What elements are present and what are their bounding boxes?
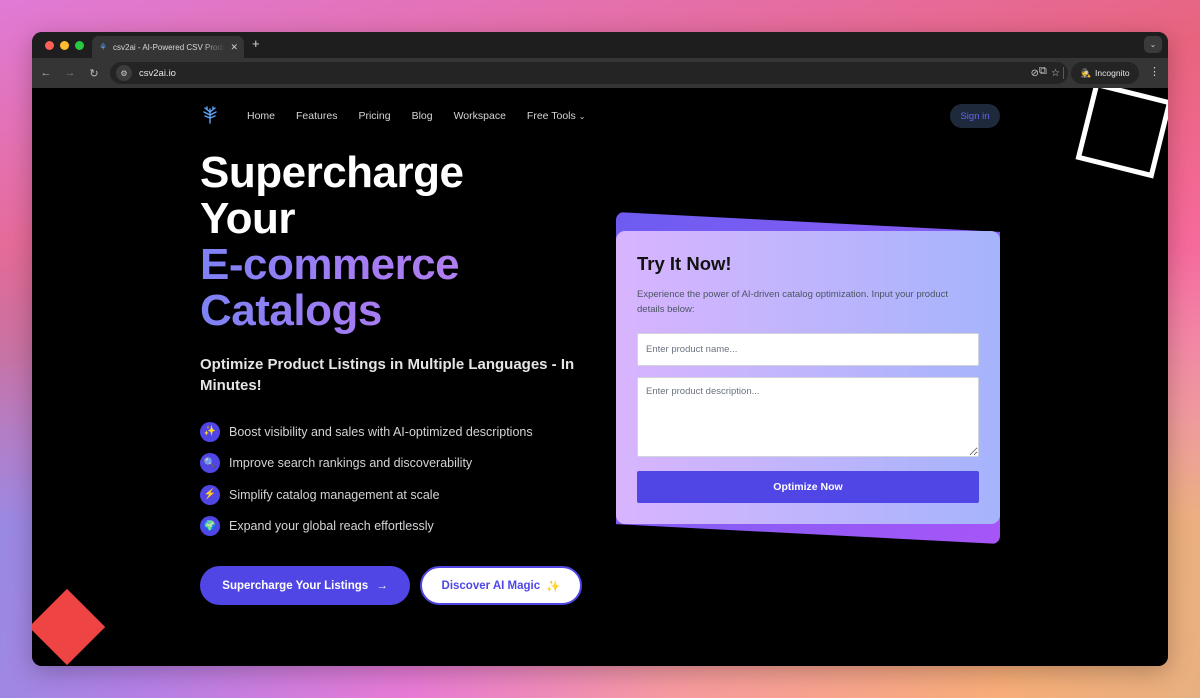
feature-text: Improve search rankings and discoverabil… [229, 456, 473, 471]
nav-home[interactable]: Home [247, 110, 275, 122]
site-info-icon[interactable]: ⚙ [116, 65, 132, 81]
hero-title-line-1: Supercharge [200, 148, 464, 197]
sparkles-icon: ✨ [200, 421, 220, 442]
card-title: Try It Now! [637, 253, 732, 274]
tab-search-button[interactable]: ⌄ [1144, 36, 1162, 53]
try-it-now-card: Try It Now! Experience the power of AI-d… [616, 231, 1000, 524]
cta-secondary-label: Discover AI Magic [441, 579, 541, 592]
back-button[interactable]: ← [36, 67, 56, 79]
nav-workspace[interactable]: Workspace [454, 110, 506, 122]
maximize-window-button[interactable] [75, 40, 84, 50]
hero-title: Supercharge Your E-commerce Catalogs [200, 148, 464, 334]
decorative-red-diamond [32, 588, 106, 666]
hero-title-line-4: Catalogs [200, 288, 463, 334]
feature-list: ✨ Boost visibility and sales with AI-opt… [200, 416, 533, 542]
feature-text: Simplify catalog management at scale [229, 487, 440, 502]
close-tab-icon[interactable]: ✕ [230, 42, 238, 53]
cta-primary-label: Supercharge Your Listings [222, 579, 369, 592]
feature-item: ✨ Boost visibility and sales with AI-opt… [200, 416, 533, 448]
csv2ai-logo-icon[interactable] [202, 106, 218, 124]
window-controls [45, 40, 84, 50]
nav-features[interactable]: Features [296, 110, 337, 122]
forward-button[interactable]: → [60, 67, 80, 79]
discover-ai-magic-button[interactable]: Discover AI Magic ✨ [420, 566, 582, 605]
feature-text: Expand your global reach effortlessly [229, 519, 434, 534]
sparkles-icon: ✨ [546, 580, 561, 593]
incognito-label: Incognito [1095, 68, 1130, 78]
hero-title-line-3: E-commerce [200, 242, 463, 288]
eye-off-icon[interactable]: ⊘ [1031, 68, 1039, 79]
browser-window: ⚘ csv2ai - AI-Powered CSV Product Optimi… [32, 32, 1168, 666]
nav-free-tools-label: Free Tools [526, 110, 576, 122]
product-description-input[interactable] [637, 377, 979, 457]
hero-title-line-2: Your [200, 194, 295, 243]
decorative-square-outline [1075, 88, 1168, 179]
feature-item: ⚡ Simplify catalog management at scale [200, 479, 533, 511]
address-bar[interactable]: ⚙ csv2ai.io ⊘ ☆ [110, 62, 1068, 84]
minimize-window-button[interactable] [60, 40, 69, 50]
extensions-icon[interactable]: ⧉ [1039, 65, 1047, 78]
magnifier-icon: 🔍 [200, 453, 220, 474]
tab-title: csv2ai - AI-Powered CSV Product Optimize… [113, 42, 226, 52]
new-tab-button[interactable]: + [252, 36, 260, 51]
favicon-icon: ⚘ [98, 41, 108, 52]
url-text[interactable]: csv2ai.io [139, 68, 176, 79]
feature-item: 🌍 Expand your global reach effortlessly [200, 511, 533, 543]
browser-tab-active[interactable]: ⚘ csv2ai - AI-Powered CSV Product Optimi… [92, 36, 244, 58]
globe-icon: 🌍 [200, 516, 220, 537]
close-window-button[interactable] [45, 40, 54, 50]
product-name-input[interactable] [637, 333, 979, 366]
toolbar-divider [1063, 67, 1064, 79]
reload-button[interactable]: ↻ [84, 67, 104, 80]
hero-subtitle: Optimize Product Listings in Multiple La… [200, 356, 575, 394]
nav-pricing[interactable]: Pricing [358, 110, 390, 122]
main-nav: Home Features Pricing Blog Workspace Fre… [247, 110, 606, 122]
incognito-icon: 🕵 [1080, 67, 1092, 78]
feature-text: Boost visibility and sales with AI-optim… [229, 424, 533, 439]
incognito-badge[interactable]: 🕵 Incognito [1071, 62, 1139, 84]
sign-in-button[interactable]: Sign in [950, 104, 1000, 128]
browser-toolbar: ← → ↻ ⚙ csv2ai.io ⊘ ☆ ⧉ 🕵 Incognito ⋮ [32, 58, 1168, 88]
bookmark-star-icon[interactable]: ☆ [1051, 68, 1060, 79]
browser-menu-icon[interactable]: ⋮ [1149, 65, 1160, 78]
chevron-down-icon: ⌄ [578, 112, 586, 121]
card-description: Experience the power of AI-driven catalo… [637, 289, 949, 315]
optimize-now-button[interactable]: Optimize Now [637, 471, 979, 503]
nav-blog[interactable]: Blog [412, 110, 433, 122]
supercharge-listings-button[interactable]: Supercharge Your Listings → [200, 566, 410, 605]
tab-bar: ⚘ csv2ai - AI-Powered CSV Product Optimi… [32, 32, 1168, 58]
web-page: Home Features Pricing Blog Workspace Fre… [32, 88, 1168, 666]
lightning-icon: ⚡ [200, 484, 220, 505]
arrow-right-icon: → [376, 579, 388, 592]
nav-free-tools[interactable]: Free Tools ⌄ [527, 110, 586, 122]
feature-item: 🔍 Improve search rankings and discoverab… [200, 448, 533, 480]
